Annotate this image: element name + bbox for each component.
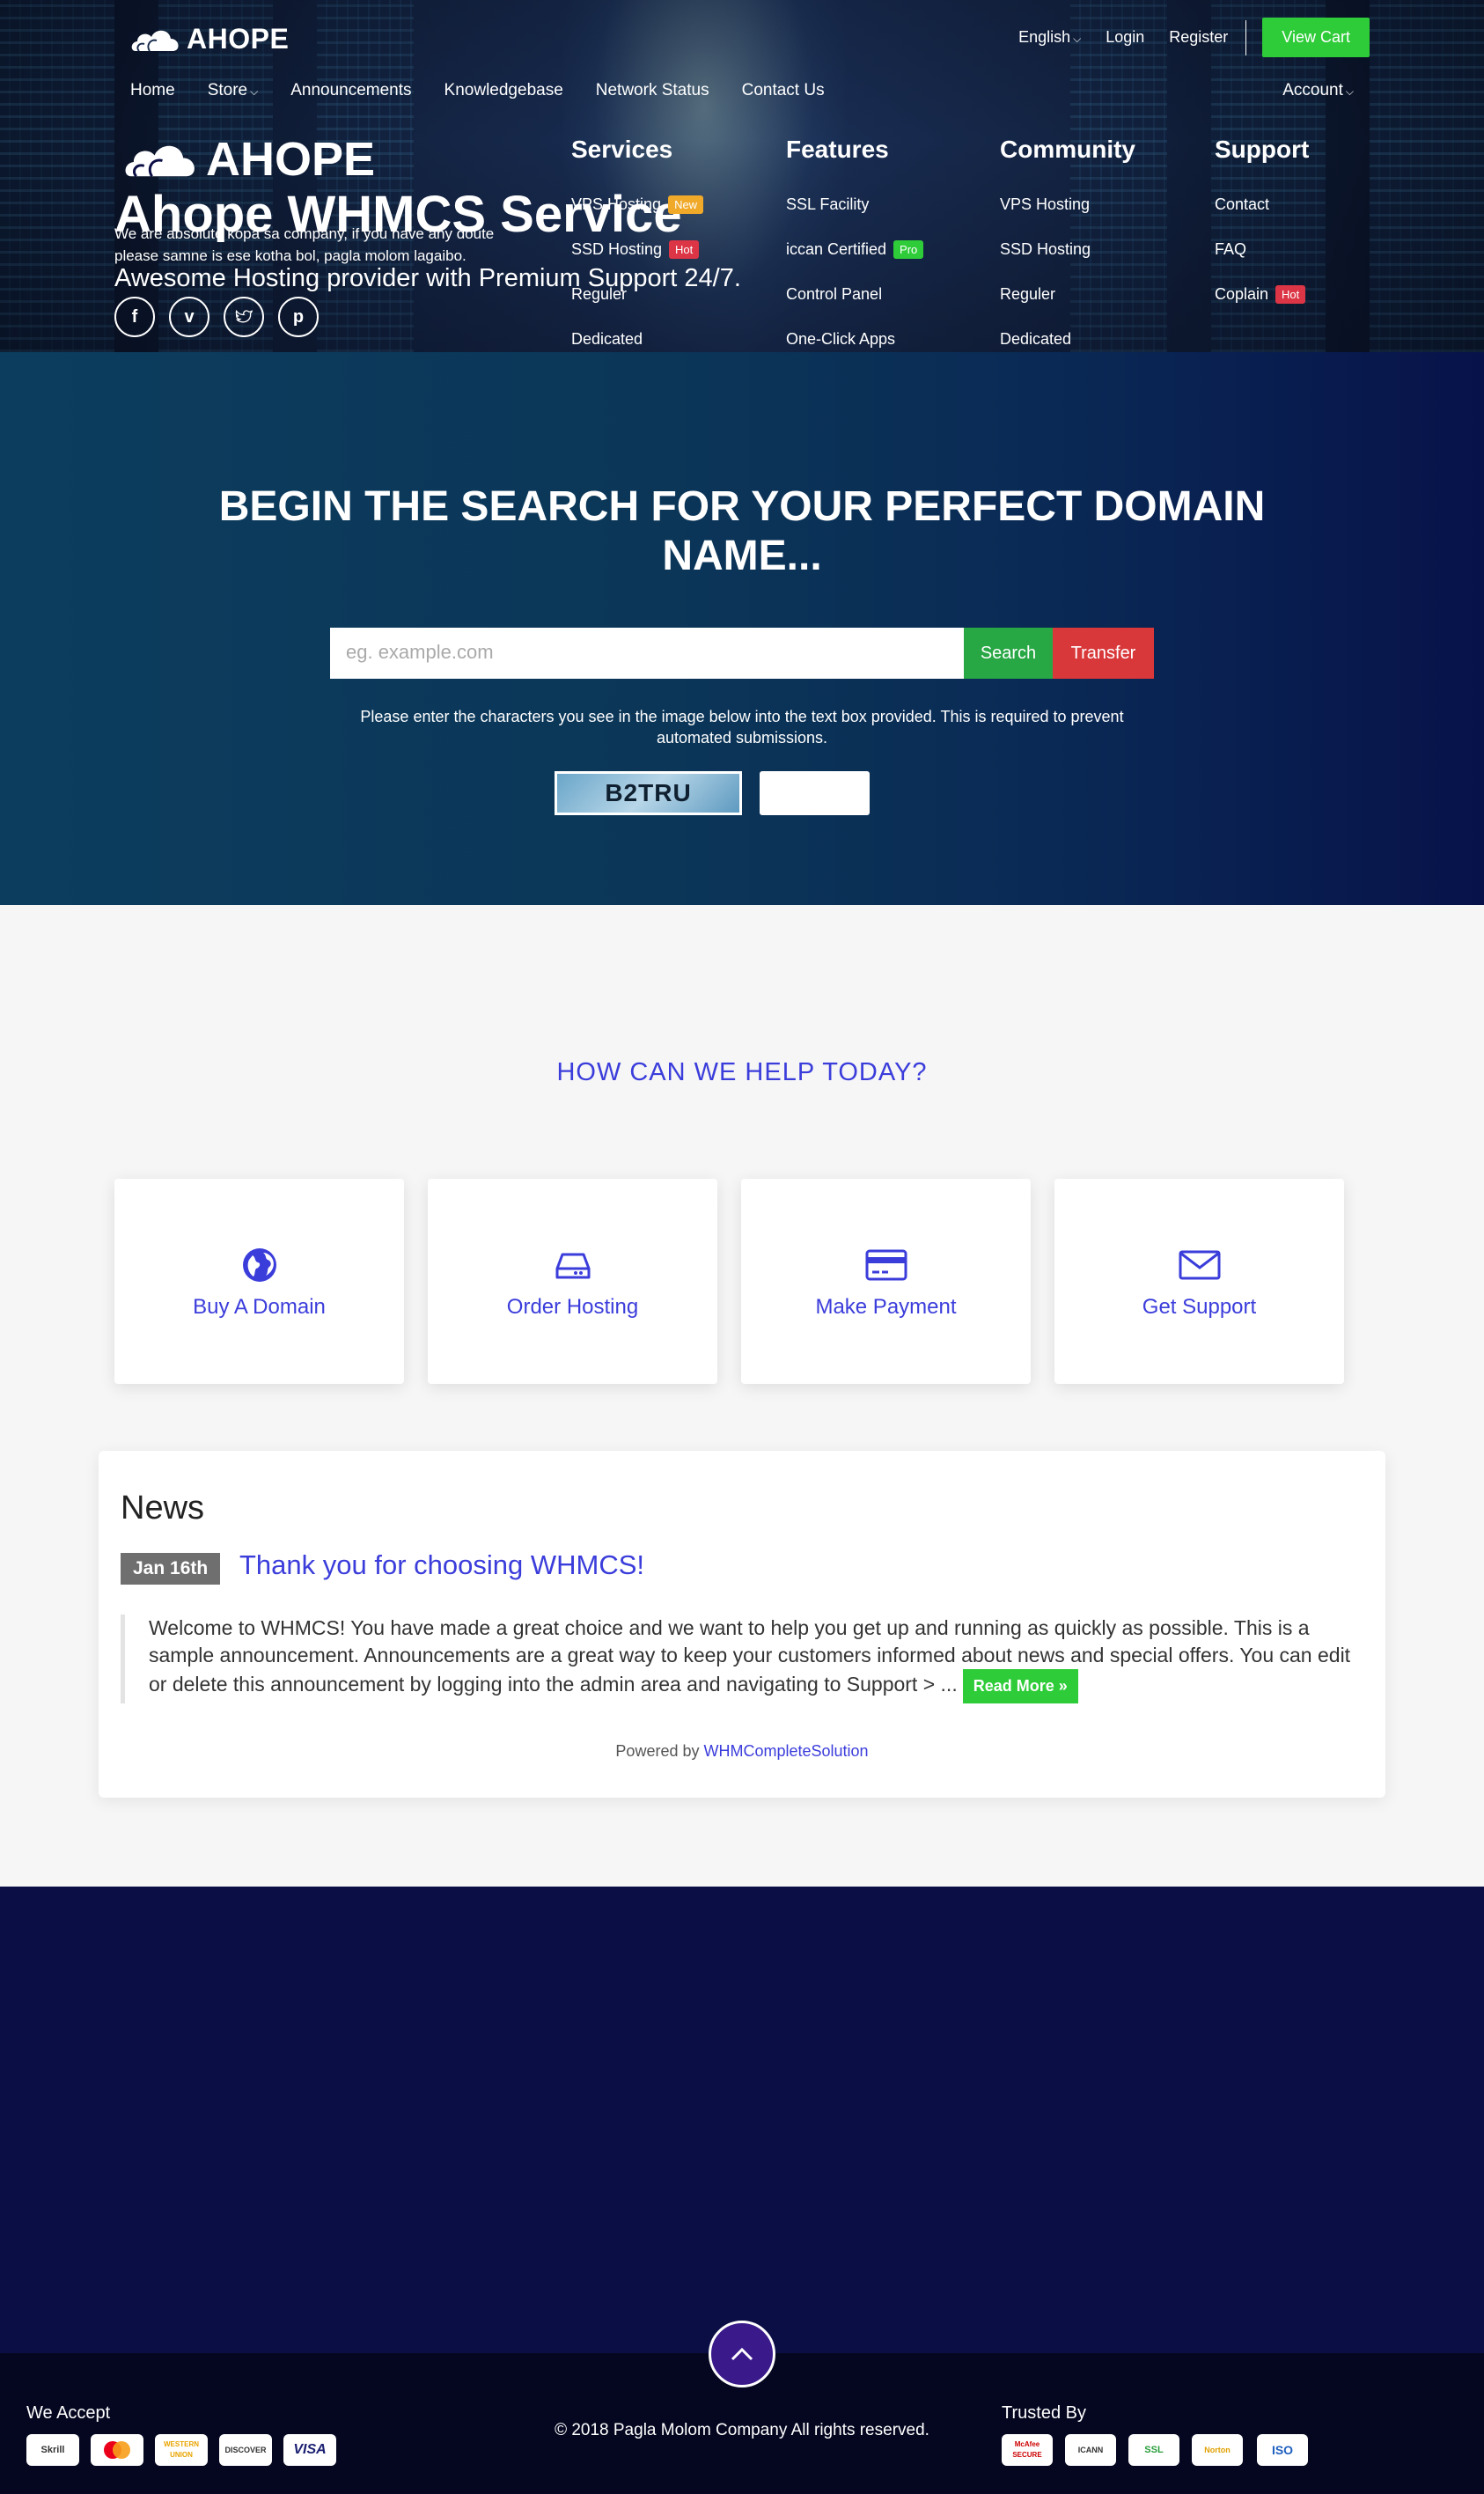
badge-hot: Hot	[1275, 285, 1306, 304]
facebook-icon[interactable]: f	[114, 297, 155, 337]
make-payment-card[interactable]: Make Payment	[741, 1179, 1031, 1384]
chevron-up-icon	[731, 2347, 753, 2361]
news-body-text: Welcome to WHMCS! You have made a great …	[149, 1616, 1351, 1696]
footer-col-support: Support Contact FAQ Coplain Hot	[1215, 136, 1309, 330]
footer-logo[interactable]: AHOPE	[123, 132, 375, 187]
footer-link[interactable]: Coplain Hot	[1215, 285, 1309, 330]
pinterest-icon[interactable]: p	[278, 297, 319, 337]
news-panel: News Jan 16th Thank you for choosing WHM…	[99, 1451, 1385, 1798]
register-link[interactable]: Register	[1169, 28, 1228, 47]
footer	[0, 1887, 1484, 2353]
footer-link[interactable]: iccan Certified Pro	[786, 240, 924, 285]
iso-icon: ISO	[1257, 2434, 1308, 2466]
nav-announcements[interactable]: Announcements	[290, 81, 411, 100]
trusted-by-label: Trusted By	[1002, 2403, 1086, 2423]
badge-new: New	[668, 195, 704, 214]
order-hosting-card[interactable]: Order Hosting	[428, 1179, 717, 1384]
footer-link[interactable]: Control Panel	[786, 285, 923, 330]
vimeo-icon[interactable]: v	[169, 297, 209, 337]
transfer-button[interactable]: Transfer	[1053, 628, 1154, 679]
chevron-down-icon: ⌵	[250, 85, 259, 98]
nav-contact-us[interactable]: Contact Us	[742, 81, 825, 100]
chevron-down-icon: ⌵	[1345, 85, 1354, 98]
top-links: English ⌵ Login Register View Cart	[994, 18, 1370, 57]
footer-col-features: Features SSL Facility iccan Certified Pro…	[786, 136, 924, 375]
footer-link[interactable]: SSD Hosting	[1000, 240, 1135, 285]
badge-pro: Pro	[893, 240, 924, 259]
buy-domain-label: Buy A Domain	[193, 1295, 326, 1319]
search-button[interactable]: Search	[964, 628, 1053, 679]
mcafee-icon: McAfee SECURE	[1002, 2434, 1053, 2466]
footer-col-community: Community VPS Hosting SSD Hosting Regule…	[1000, 136, 1135, 375]
footer-col-services: Services VPS Hosting New SSD Hosting Hot R…	[571, 136, 704, 375]
chevron-down-icon: ⌵	[1073, 33, 1082, 45]
footer-link[interactable]: Contact	[1215, 195, 1309, 240]
powered-by: Powered by WHMCompleteSolution	[615, 1742, 869, 1760]
norton-icon: Norton	[1192, 2434, 1243, 2466]
domain-search-input[interactable]: eg. example.com	[330, 628, 964, 679]
login-link[interactable]: Login	[1106, 28, 1144, 47]
ssl-icon: SSL	[1128, 2434, 1179, 2466]
footer-link[interactable]: One-Click Apps	[786, 330, 923, 375]
nav-home[interactable]: Home	[130, 81, 175, 100]
footer-about: We are absolute kopa sa company, if you …	[114, 225, 495, 264]
nav-knowledgebase[interactable]: Knowledgebase	[444, 81, 563, 100]
footer-link[interactable]: Dedicated	[1000, 330, 1135, 375]
credit-card-icon	[741, 1247, 1031, 1287]
footer-logo-text: AHOPE	[206, 133, 376, 186]
logo-text: AHOPE	[187, 23, 290, 55]
order-hosting-label: Order Hosting	[506, 1295, 639, 1319]
footer-link[interactable]: Reguler	[1000, 285, 1135, 330]
news-heading: News	[121, 1490, 205, 1527]
footer-col-title: Community	[1000, 136, 1135, 163]
twitter-icon[interactable]	[224, 297, 264, 337]
captcha-input[interactable]	[760, 771, 870, 815]
main-nav: Home Store ⌵ Announcements Knowledgebase …	[130, 81, 857, 100]
footer-link[interactable]: VPS Hosting	[1000, 195, 1135, 240]
cloud-logo-icon	[131, 30, 179, 52]
language-selector[interactable]: English ⌵	[1018, 28, 1081, 47]
buy-domain-card[interactable]: Buy A Domain	[114, 1179, 404, 1384]
footer-link[interactable]: FAQ	[1215, 240, 1309, 285]
footer-link[interactable]: SSL Facility	[786, 195, 923, 240]
envelope-icon	[1054, 1247, 1344, 1287]
account-menu[interactable]: Account ⌵	[1282, 81, 1354, 100]
news-body: Welcome to WHMCS! You have made a great …	[121, 1615, 1353, 1703]
footer-link[interactable]: SSD Hosting Hot	[571, 240, 703, 285]
footer-col-title: Services	[571, 136, 673, 163]
powered-by-link[interactable]: WHMCompleteSolution	[704, 1742, 869, 1760]
nav-network-status[interactable]: Network Status	[596, 81, 709, 100]
cloud-logo-icon	[125, 145, 195, 178]
read-more-button[interactable]: Read More »	[962, 1669, 1078, 1703]
scroll-to-top-button[interactable]	[709, 2321, 775, 2387]
badge-hot: Hot	[669, 240, 700, 259]
footer-col-title: Support	[1215, 136, 1310, 163]
captcha-note: Please enter the characters you see in t…	[360, 708, 1124, 747]
news-title-link[interactable]: Thank you for choosing WHMCS!	[239, 1549, 644, 1581]
footer-link[interactable]: VPS Hosting New	[571, 195, 704, 240]
footer-link[interactable]: Reguler	[571, 285, 703, 330]
news-date-badge: Jan 16th	[121, 1553, 221, 1585]
footer-col-title: Features	[786, 136, 889, 163]
domain-search-title: BEGIN THE SEARCH FOR YOUR PERFECT DOMAIN…	[218, 483, 1266, 579]
view-cart-button[interactable]: View Cart	[1262, 18, 1370, 57]
get-support-label: Get Support	[1142, 1295, 1257, 1319]
hard-drive-icon	[428, 1247, 717, 1287]
nav-store[interactable]: Store ⌵	[208, 81, 259, 100]
get-support-card[interactable]: Get Support	[1054, 1179, 1344, 1384]
make-payment-label: Make Payment	[815, 1295, 957, 1319]
divider	[1245, 19, 1247, 55]
captcha-image: B2TRU	[555, 771, 742, 815]
help-title: HOW CAN WE HELP TODAY?	[556, 1058, 928, 1086]
site-logo[interactable]: AHOPE	[130, 23, 289, 55]
icann-icon: ICANN	[1065, 2434, 1116, 2466]
globe-icon	[114, 1247, 404, 1287]
footer-link[interactable]: Dedicated	[571, 330, 703, 375]
domain-search-section: BEGIN THE SEARCH FOR YOUR PERFECT DOMAIN…	[0, 352, 1484, 905]
